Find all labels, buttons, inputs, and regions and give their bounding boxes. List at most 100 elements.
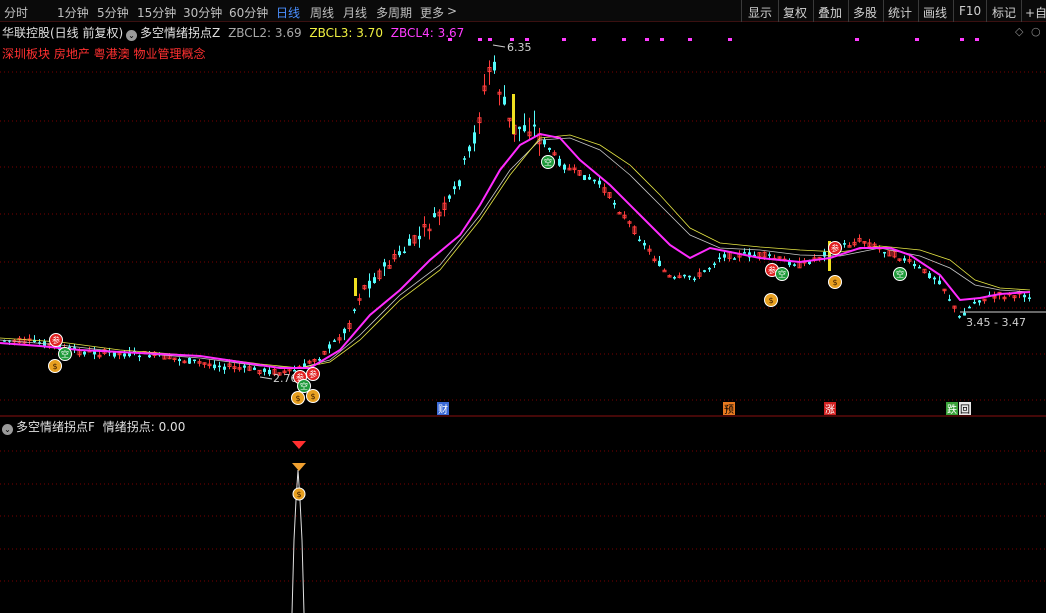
tab-15min[interactable]: 15分钟 [137,4,176,21]
candle-body [343,328,346,334]
f10-button[interactable]: F10 [959,4,981,18]
candle-body [448,195,451,199]
candle-body [688,275,691,278]
candle-body [188,358,191,364]
candle-body [328,344,331,349]
candle-body [403,251,406,254]
add-watchlist-button[interactable]: +自选 [1025,4,1046,21]
tab-5min[interactable]: 5分钟 [97,4,129,21]
candle-body [693,278,696,281]
circle-icon[interactable]: ○ [1031,25,1041,38]
overlay-button[interactable]: 叠加 [818,4,842,21]
tab-monthly[interactable]: 月线 [343,4,367,21]
diamond-icon[interactable]: ◇ [1015,25,1023,38]
candle-body [353,309,356,311]
multi-stock-button[interactable]: 多股 [853,4,877,21]
adjust-button[interactable]: 复权 [783,4,807,21]
candle-body [903,258,906,261]
chart-annotations: 6.352.763.45 - 3.47 [259,38,1046,385]
tab-weekly[interactable]: 周线 [310,4,334,21]
signal-dot [960,38,964,41]
signal-dot [645,38,649,41]
candle-body [148,355,151,358]
buy-signal-label: 参 [309,369,317,379]
sub-indicator-chart: $ [291,441,306,613]
buy-signal-label: 参 [768,265,776,275]
candle-body [193,359,196,362]
candle-body [768,254,771,256]
tab-daily[interactable]: 日线 [276,4,300,21]
candle-body [793,264,796,266]
grid-lines [0,71,1046,582]
candle-body [973,301,976,304]
high-price-label: 6.35 [507,41,532,54]
candle-body [543,140,546,145]
empty-signal-label: 空 [300,381,308,391]
candle-body [218,365,221,368]
ma-white-line [0,137,1031,369]
indicator-dropdown-icon[interactable]: ⌄ [126,30,137,41]
money-signal-label: $ [295,394,300,403]
range-label: 3.45 - 3.47 [966,316,1026,329]
candle-body [718,257,721,260]
candle-body [733,258,736,260]
candle-body [398,251,401,256]
candle-body [933,277,936,280]
signal-dot [622,38,626,41]
toolbar-separator [986,0,987,22]
main-indicator-name: 多空情绪拐点Z [140,26,221,40]
candle-body [588,177,591,180]
tab-1min[interactable]: 1分钟 [57,4,89,21]
candle-body [523,125,526,132]
draw-line-button[interactable]: 画线 [923,4,947,21]
signal-dot [660,38,664,41]
zbcl4-value: 3.67 [437,26,465,40]
candle-body [968,306,971,309]
more-arrow-icon[interactable]: > [447,4,457,18]
toolbar-separator [953,0,954,22]
stock-title: 华联控股(日线 前复权) [2,26,124,40]
candle-body [563,164,566,170]
tab-timeshare[interactable]: 分时 [4,4,28,21]
candle-body [918,266,921,269]
toolbar-separator [848,0,849,22]
chart-area[interactable]: 财预涨跌回 6.352.763.45 - 3.47 参空$参 参空$ $空参参 空$$… [0,22,1046,613]
red-diamond-icon [292,441,306,449]
candle-body [178,359,181,362]
sector-tags: 深圳板块 房地产 粤港澳 物业管理概念 [2,47,206,61]
mark-button[interactable]: 标记 [992,4,1016,21]
display-button[interactable]: 显示 [748,4,772,21]
candle-body [843,243,846,245]
candle-body [318,359,321,361]
candle-body [978,300,981,303]
sub-indicator-value: 0.00 [158,420,186,434]
candle-body [593,179,596,182]
candle-body [683,274,686,277]
candle-body [613,202,616,205]
tab-more[interactable]: 更多 [420,4,444,21]
candle-body [458,180,461,187]
money-bag-label: $ [296,490,301,499]
tab-30min[interactable]: 30分钟 [183,4,222,21]
candle-body [938,280,941,285]
candle-body [493,61,496,71]
tab-multi-period[interactable]: 多周期 [376,4,412,21]
statistics-button[interactable]: 统计 [888,4,912,21]
money-signal-label: $ [832,278,837,287]
candle-body [473,132,476,144]
candle-body [243,365,246,368]
toolbar-separator [778,0,779,22]
toolbar-separator [741,0,742,22]
candle-body [223,366,226,370]
sub-indicator-dropdown-icon[interactable]: ⌄ [2,424,13,435]
signal-dot [915,38,919,41]
candle-body [958,316,961,318]
candle-body [948,299,951,301]
candle-body [713,263,716,265]
toolbar-separator [918,0,919,22]
candle-body [263,368,266,372]
candle-body [503,96,506,105]
zbcl2-label: ZBCL2: [228,26,272,40]
tab-60min[interactable]: 60分钟 [229,4,268,21]
signal-dot [688,38,692,41]
